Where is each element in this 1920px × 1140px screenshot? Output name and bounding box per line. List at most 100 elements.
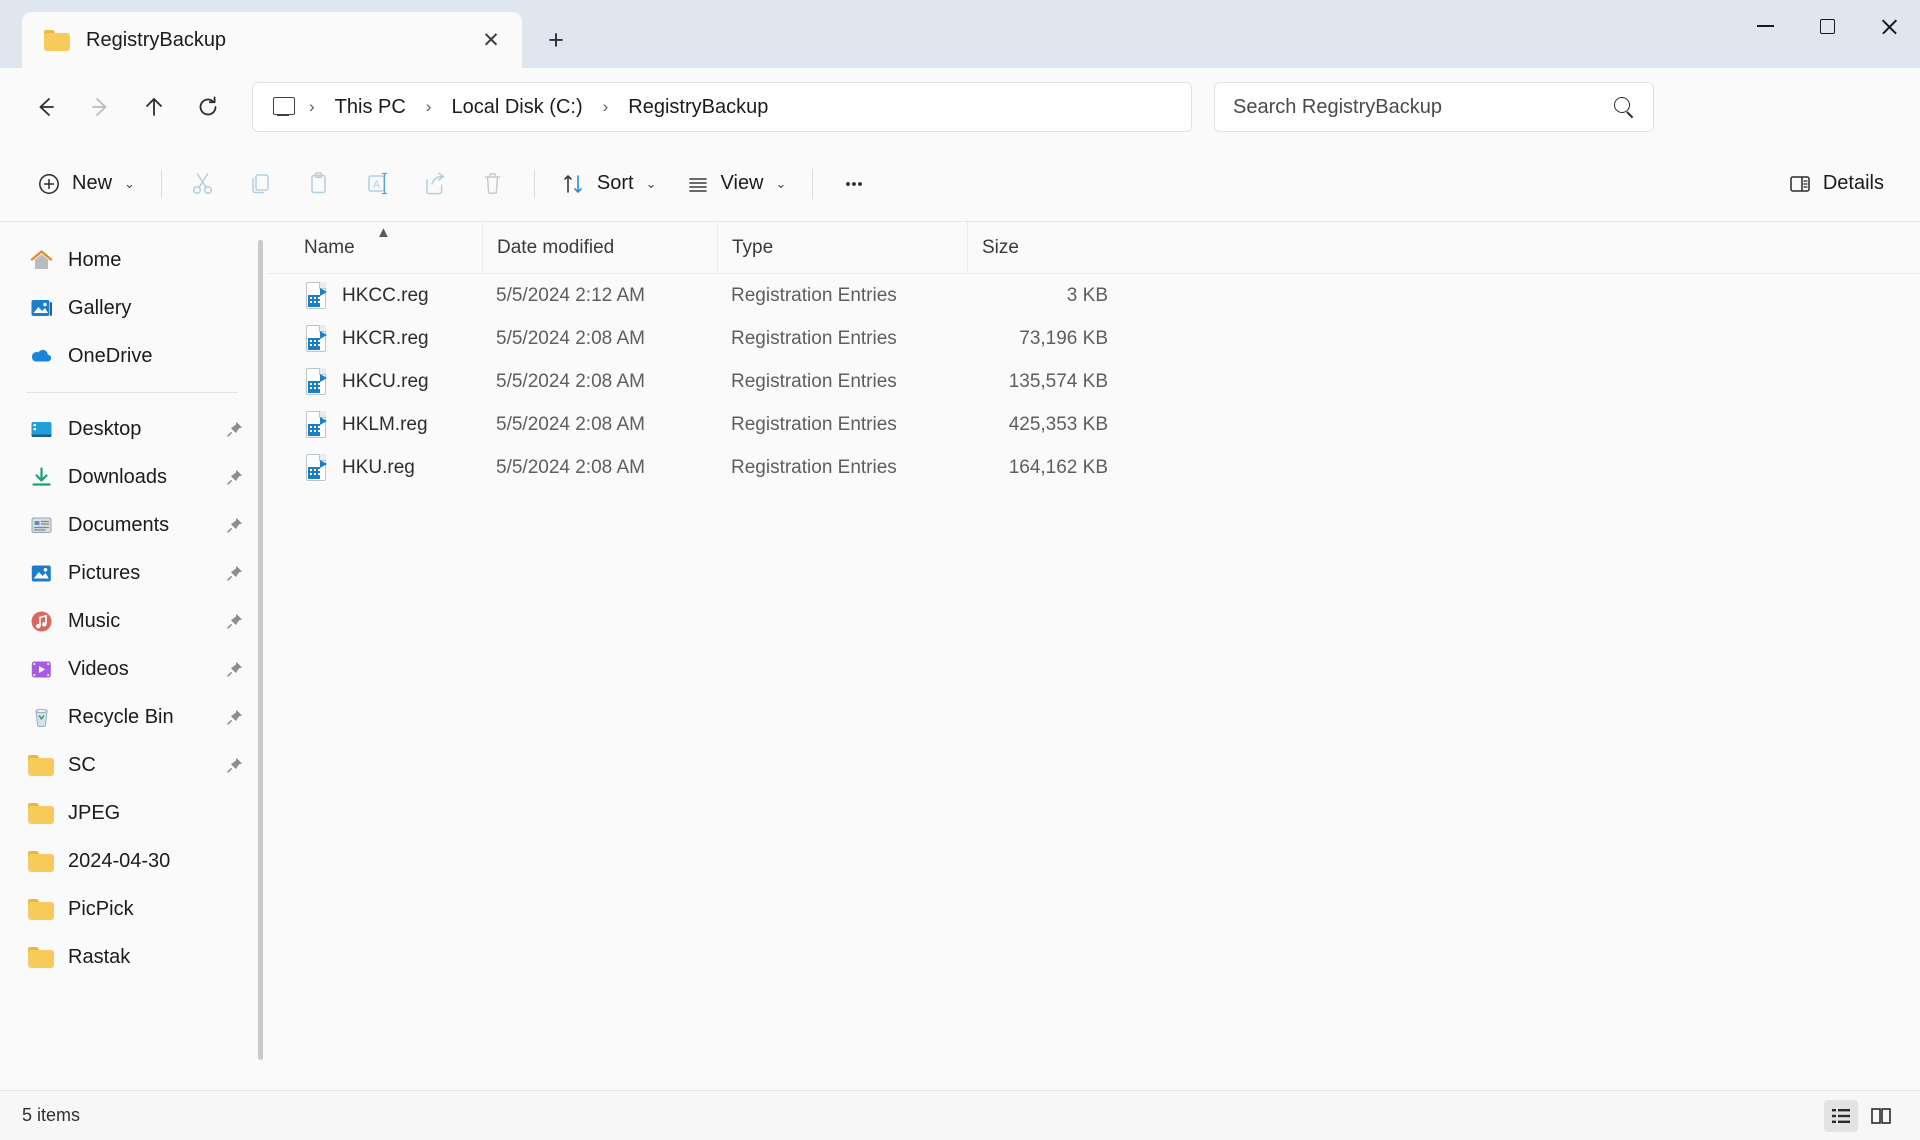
maximize-button[interactable] (1796, 0, 1858, 52)
sidebar-item-recycle-bin[interactable]: Recycle Bin (18, 693, 254, 741)
sidebar-item-downloads[interactable]: Downloads (18, 453, 254, 501)
file-name-cell[interactable]: HKU.reg (290, 453, 482, 482)
close-tab-icon[interactable]: ✕ (474, 23, 508, 57)
more-options-button[interactable] (825, 160, 883, 208)
sidebar-item-music[interactable]: Music (18, 597, 254, 645)
sidebar-item-label: SC (68, 753, 96, 776)
tab-label: RegistryBackup (86, 28, 227, 51)
pin-icon (226, 708, 244, 726)
pin-icon (226, 468, 244, 486)
column-header-date-modified[interactable]: Date modified (482, 221, 717, 274)
sidebar-item-documents[interactable]: Documents (18, 501, 254, 549)
file-name-cell[interactable]: HKCR.reg (290, 324, 482, 353)
rename-button[interactable]: A (348, 160, 406, 208)
recycle-bin-icon (28, 704, 54, 730)
gallery-icon (28, 295, 54, 321)
refresh-button[interactable] (184, 83, 232, 131)
status-bar: 5 items (0, 1090, 1920, 1140)
view-button[interactable]: View ⌄ (671, 160, 801, 208)
table-row[interactable]: HKCR.reg 5/5/2024 2:08 AM Registration E… (268, 317, 1920, 360)
forward-button[interactable] (76, 83, 124, 131)
trash-icon (485, 173, 501, 195)
pin-icon (226, 756, 244, 774)
sidebar-item-pictures[interactable]: Pictures (18, 549, 254, 597)
file-date: 5/5/2024 2:08 AM (496, 370, 645, 392)
divider (160, 168, 162, 199)
sidebar-item-videos[interactable]: Videos (18, 645, 254, 693)
file-date: 5/5/2024 2:12 AM (496, 284, 645, 306)
file-rows: HKCC.reg 5/5/2024 2:12 AM Registration E… (268, 274, 1920, 489)
refresh-icon (199, 96, 217, 116)
close-window-button[interactable] (1858, 0, 1920, 52)
documents-icon (28, 512, 54, 538)
sort-ascending-icon: ▲ (376, 223, 391, 241)
column-header-name[interactable]: Name ▲ (290, 222, 482, 274)
file-date: 5/5/2024 2:08 AM (496, 327, 645, 349)
sidebar-item-label: JPEG (68, 801, 121, 824)
view-toggle-group (1824, 1099, 1898, 1132)
file-type: Registration Entries (731, 456, 897, 478)
reg-file-icon (304, 281, 328, 310)
folder-icon (28, 944, 54, 970)
table-row[interactable]: HKCC.reg 5/5/2024 2:12 AM Registration E… (268, 274, 1920, 317)
breadcrumb-bar[interactable]: › This PC › Local Disk (C:) › RegistryBa… (252, 82, 1192, 132)
command-bar: New ⌄ A Sort ⌄ View ⌄ Details (0, 146, 1920, 222)
sidebar-item-gallery[interactable]: Gallery (18, 284, 254, 332)
file-name-cell[interactable]: HKCU.reg (290, 367, 482, 396)
reg-file-icon (304, 410, 328, 439)
details-view-button[interactable] (1824, 1099, 1858, 1132)
this-pc-icon (271, 97, 295, 117)
reg-file-icon (304, 367, 328, 396)
sidebar-item-rastak[interactable]: Rastak (18, 933, 254, 981)
sidebar-item-home[interactable]: Home (18, 236, 254, 284)
cut-button[interactable] (174, 160, 232, 208)
back-button[interactable] (22, 83, 70, 131)
share-button[interactable] (406, 160, 464, 208)
sidebar-item-desktop[interactable]: Desktop (18, 405, 254, 453)
large-icons-view-icon (1871, 1107, 1891, 1124)
paste-icon (311, 172, 327, 194)
search-input[interactable]: Search RegistryBackup (1233, 96, 1613, 119)
up-button[interactable] (130, 83, 178, 131)
sidebar-item-label: Desktop (68, 417, 142, 440)
large-icons-view-button[interactable] (1864, 1100, 1898, 1132)
sidebar-item-2024-04-30[interactable]: 2024-04-30 (18, 837, 254, 885)
search-box[interactable]: Search RegistryBackup (1214, 82, 1654, 132)
delete-button[interactable] (464, 160, 522, 208)
ellipsis-icon (846, 181, 863, 186)
sidebar-item-picpick[interactable]: PicPick (18, 885, 254, 933)
sidebar-item-label: Recycle Bin (68, 705, 174, 728)
sidebar-item-label: Gallery (68, 296, 132, 319)
column-header-type[interactable]: Type (717, 221, 967, 274)
search-icon[interactable] (1613, 96, 1635, 118)
file-name-cell[interactable]: HKCC.reg (290, 281, 482, 310)
tab-registrybackup[interactable]: RegistryBackup ✕ (22, 12, 522, 68)
table-row[interactable]: HKU.reg 5/5/2024 2:08 AM Registration En… (268, 446, 1920, 489)
new-button[interactable]: New ⌄ (22, 160, 149, 208)
sidebar-item-label: PicPick (68, 897, 134, 920)
sort-button[interactable]: Sort ⌄ (547, 160, 671, 208)
sidebar-item-onedrive[interactable]: OneDrive (18, 332, 254, 380)
column-header-label: Date modified (497, 236, 615, 258)
copy-button[interactable] (232, 160, 290, 208)
paste-button[interactable] (290, 160, 348, 208)
sidebar-scrollbar[interactable] (258, 240, 263, 1060)
home-icon (28, 247, 54, 273)
table-row[interactable]: HKLM.reg 5/5/2024 2:08 AM Registration E… (268, 403, 1920, 446)
sort-label: Sort (596, 172, 634, 194)
column-header-size[interactable]: Size (967, 221, 1122, 274)
sidebar-item-sc[interactable]: SC (18, 741, 254, 789)
details-pane-button[interactable]: Details (1773, 160, 1898, 208)
new-label: New (72, 172, 113, 194)
new-tab-button[interactable]: + (536, 20, 576, 60)
table-row[interactable]: HKCU.reg 5/5/2024 2:08 AM Registration E… (268, 360, 1920, 403)
breadcrumb-separator: › (425, 97, 432, 116)
sidebar-item-jpeg[interactable]: JPEG (18, 789, 254, 837)
file-name-cell[interactable]: HKLM.reg (290, 410, 482, 439)
sidebar-item-label: 2024-04-30 (68, 849, 171, 872)
breadcrumb-this-pc[interactable]: This PC (323, 92, 418, 123)
breadcrumb-registrybackup[interactable]: RegistryBackup (616, 92, 780, 123)
file-name: HKLM.reg (342, 413, 428, 435)
breadcrumb-local-disk-c[interactable]: Local Disk (C:) (439, 92, 594, 123)
minimize-button[interactable] (1734, 0, 1796, 52)
